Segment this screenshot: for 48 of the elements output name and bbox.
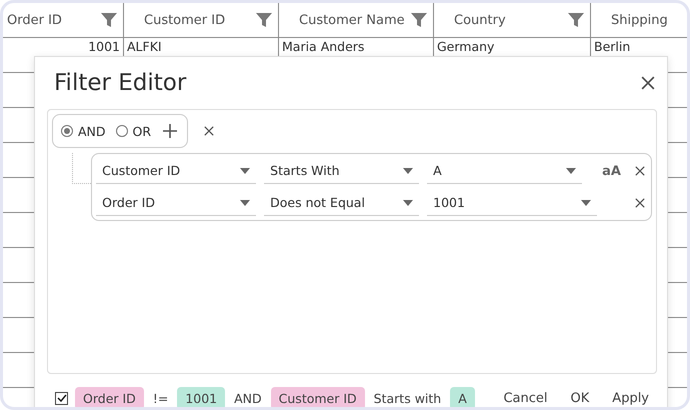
logic-operator: AND (233, 390, 263, 407)
caret-icon (403, 200, 414, 206)
caret-icon (240, 200, 250, 206)
field-dropdown[interactable]: Customer ID (96, 158, 256, 184)
filter-icon[interactable] (568, 12, 584, 28)
column-header[interactable]: Shipping (611, 12, 668, 28)
dialog-button[interactable]: Cancel (495, 386, 556, 407)
remove-condition-button[interactable] (633, 164, 647, 178)
match-case-button[interactable]: aA (598, 164, 625, 178)
filter-icon[interactable] (256, 12, 272, 28)
operator-dropdown[interactable]: Does not Equal (264, 190, 420, 216)
column-header[interactable]: Customer Name (299, 12, 405, 28)
value-dropdown[interactable]: 1001 (427, 190, 598, 216)
operator-dropdown[interactable]: Starts With (264, 158, 420, 184)
dialog-title: Filter Editor (54, 70, 186, 96)
field-dropdown[interactable]: Order ID (96, 190, 256, 216)
operator-text: != (152, 390, 170, 407)
table-cell: 1001 (88, 39, 120, 54)
radio-label[interactable]: AND (78, 124, 106, 138)
dialog-button[interactable]: Apply (604, 386, 657, 407)
operator-text: Starts with (372, 390, 442, 407)
caret-icon (566, 168, 576, 174)
table-cell: Berlin (594, 39, 630, 54)
table-cell: Maria Anders (282, 39, 364, 54)
add-icon[interactable] (161, 122, 180, 140)
table-cell: ALFKI (127, 39, 162, 54)
caret-icon (240, 168, 250, 174)
caret-icon (581, 200, 592, 206)
radio-button[interactable] (116, 125, 128, 137)
caret-icon (403, 168, 414, 174)
value-tag: 1001 (177, 386, 226, 407)
column-header[interactable]: Customer ID (144, 12, 226, 28)
column-header[interactable]: Order ID (7, 12, 62, 28)
filter-icon[interactable] (411, 12, 427, 28)
dialog-button[interactable]: OK (562, 386, 598, 407)
close-button[interactable] (639, 74, 657, 92)
filter-icon[interactable] (101, 12, 117, 28)
remove-condition-button[interactable] (633, 196, 647, 210)
radio-button[interactable] (61, 125, 73, 137)
remove-group-button[interactable] (202, 124, 216, 138)
checkbox[interactable] (55, 392, 68, 404)
column-header[interactable]: Country (454, 12, 506, 28)
value-tag: A (450, 386, 475, 407)
field-tag: Order ID (75, 386, 144, 407)
field-tag: Customer ID (270, 386, 365, 407)
radio-label[interactable]: OR (132, 124, 152, 138)
table-cell: Germany (437, 39, 494, 54)
value-dropdown[interactable]: A (427, 158, 582, 184)
